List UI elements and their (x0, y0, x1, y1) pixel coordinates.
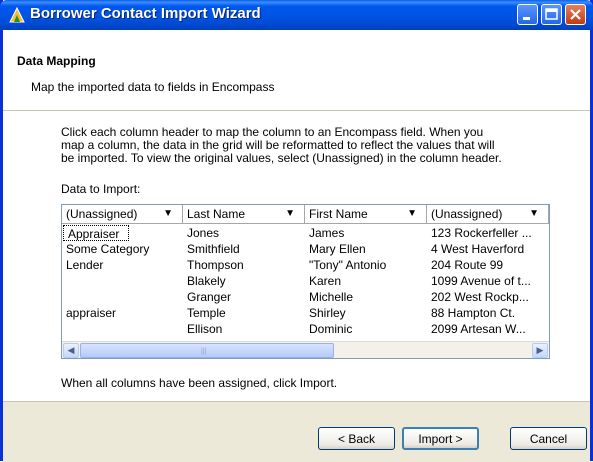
grid-cell[interactable]: "Tony" Antonio (305, 257, 427, 273)
data-to-import-label: Data to Import: (61, 182, 141, 196)
dropdown-arrow-icon: ▼ (407, 208, 417, 219)
close-button[interactable] (565, 4, 586, 25)
grid-cell[interactable]: 1099 Avenue of t... (427, 273, 549, 289)
import-data-grid[interactable]: (Unassigned) ▼ Last Name ▼ First Name ▼ … (61, 204, 550, 359)
grid-cell[interactable]: Thompson (183, 257, 305, 273)
chevron-left-icon: ◀ (67, 345, 75, 355)
grid-cell[interactable]: Smithfield (183, 241, 305, 257)
horizontal-scrollbar[interactable]: ◀ ||| ▶ (62, 341, 549, 358)
wizard-window: Borrower Contact Import Wizard Data Mapp… (0, 0, 593, 462)
column-header-label: First Name (309, 207, 368, 221)
grid-cell[interactable]: James (305, 225, 427, 241)
grid-cell[interactable]: 4 West Haverford (427, 241, 549, 257)
chevron-right-icon: ▶ (536, 345, 544, 355)
maximize-button[interactable] (541, 4, 562, 25)
grid-cell[interactable]: Some Category (62, 241, 183, 257)
encompass-app-icon (9, 6, 25, 23)
page-title: Data Mapping (17, 54, 96, 68)
dropdown-arrow-icon: ▼ (529, 208, 539, 219)
button-bar: < Back Import > Cancel (3, 401, 590, 462)
column-header-3[interactable]: First Name ▼ (305, 205, 427, 224)
grid-cell[interactable]: 202 West Rockp... (427, 289, 549, 305)
grid-cell[interactable]: 204 Route 99 (427, 257, 549, 273)
instructions-text: Click each column header to map the colu… (61, 126, 581, 165)
title-bar[interactable]: Borrower Contact Import Wizard (0, 0, 593, 30)
scroll-thumb[interactable]: ||| (80, 343, 334, 358)
import-button[interactable]: Import > (402, 427, 479, 450)
back-button[interactable]: < Back (318, 427, 395, 450)
column-header-1[interactable]: (Unassigned) ▼ (62, 205, 183, 224)
grid-cell[interactable]: appraiser (62, 305, 183, 321)
grid-cell[interactable]: 88 Hampton Ct. (427, 305, 549, 321)
wizard-body: Click each column header to map the colu… (3, 111, 590, 401)
column-header-label: Last Name (187, 207, 246, 221)
grid-cell[interactable] (62, 273, 183, 289)
page-subtitle: Map the imported data to fields in Encom… (31, 80, 275, 94)
grid-cell[interactable]: 123 Rockerfeller ... (427, 225, 549, 241)
wizard-header: Data Mapping Map the imported data to fi… (3, 30, 590, 111)
grid-cell[interactable] (62, 289, 183, 305)
grid-cell[interactable]: Lender (62, 257, 183, 273)
maximize-icon (545, 8, 558, 20)
dropdown-arrow-icon: ▼ (163, 208, 173, 219)
grid-cell[interactable]: Mary Ellen (305, 241, 427, 257)
close-icon (570, 9, 581, 20)
column-header-2[interactable]: Last Name ▼ (183, 205, 305, 224)
grid-cell[interactable]: Jones (183, 225, 305, 241)
cancel-button[interactable]: Cancel (510, 427, 587, 450)
window-title: Borrower Contact Import Wizard (30, 5, 261, 22)
grid-cell[interactable]: 2099 Artesan W... (427, 321, 549, 337)
grid-header: (Unassigned) ▼ Last Name ▼ First Name ▼ … (62, 205, 549, 224)
footer-hint: When all columns have been assigned, cli… (61, 376, 338, 390)
grid-cell[interactable]: Blakely (183, 273, 305, 289)
column-header-4[interactable]: (Unassigned) ▼ (427, 205, 549, 224)
minimize-button[interactable] (517, 4, 538, 25)
instructions-line: be imported. To view the original values… (61, 151, 502, 165)
column-header-label: (Unassigned) (66, 207, 138, 221)
grid-cell[interactable]: Appraiser (63, 225, 129, 241)
grid-cell[interactable] (62, 321, 183, 337)
grid-cell[interactable]: Michelle (305, 289, 427, 305)
grid-cell[interactable]: Ellison (183, 321, 305, 337)
scroll-right-button[interactable]: ▶ (532, 343, 548, 358)
grip-icon: ||| (201, 348, 207, 355)
grid-cell[interactable]: Granger (183, 289, 305, 305)
dropdown-arrow-icon: ▼ (285, 208, 295, 219)
minimize-icon (523, 17, 530, 20)
grid-cell[interactable]: Dominic (305, 321, 427, 337)
column-header-label: (Unassigned) (431, 207, 503, 221)
grid-cell[interactable]: Karen (305, 273, 427, 289)
grid-cell[interactable]: Shirley (305, 305, 427, 321)
scroll-left-button[interactable]: ◀ (63, 343, 79, 358)
grid-cell[interactable]: Temple (183, 305, 305, 321)
